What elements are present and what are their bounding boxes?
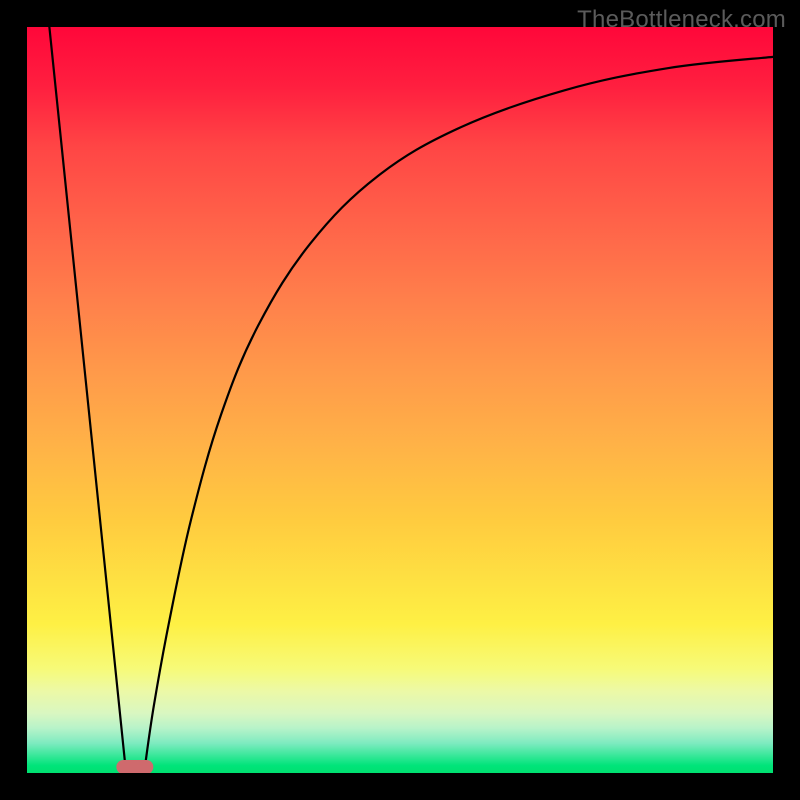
watermark-text: TheBottleneck.com <box>577 6 786 34</box>
curve-left-segment <box>49 27 125 767</box>
chart-svg <box>27 27 773 773</box>
min-marker <box>117 760 154 773</box>
plot-area <box>27 27 773 773</box>
curve-right-segment <box>145 57 773 767</box>
